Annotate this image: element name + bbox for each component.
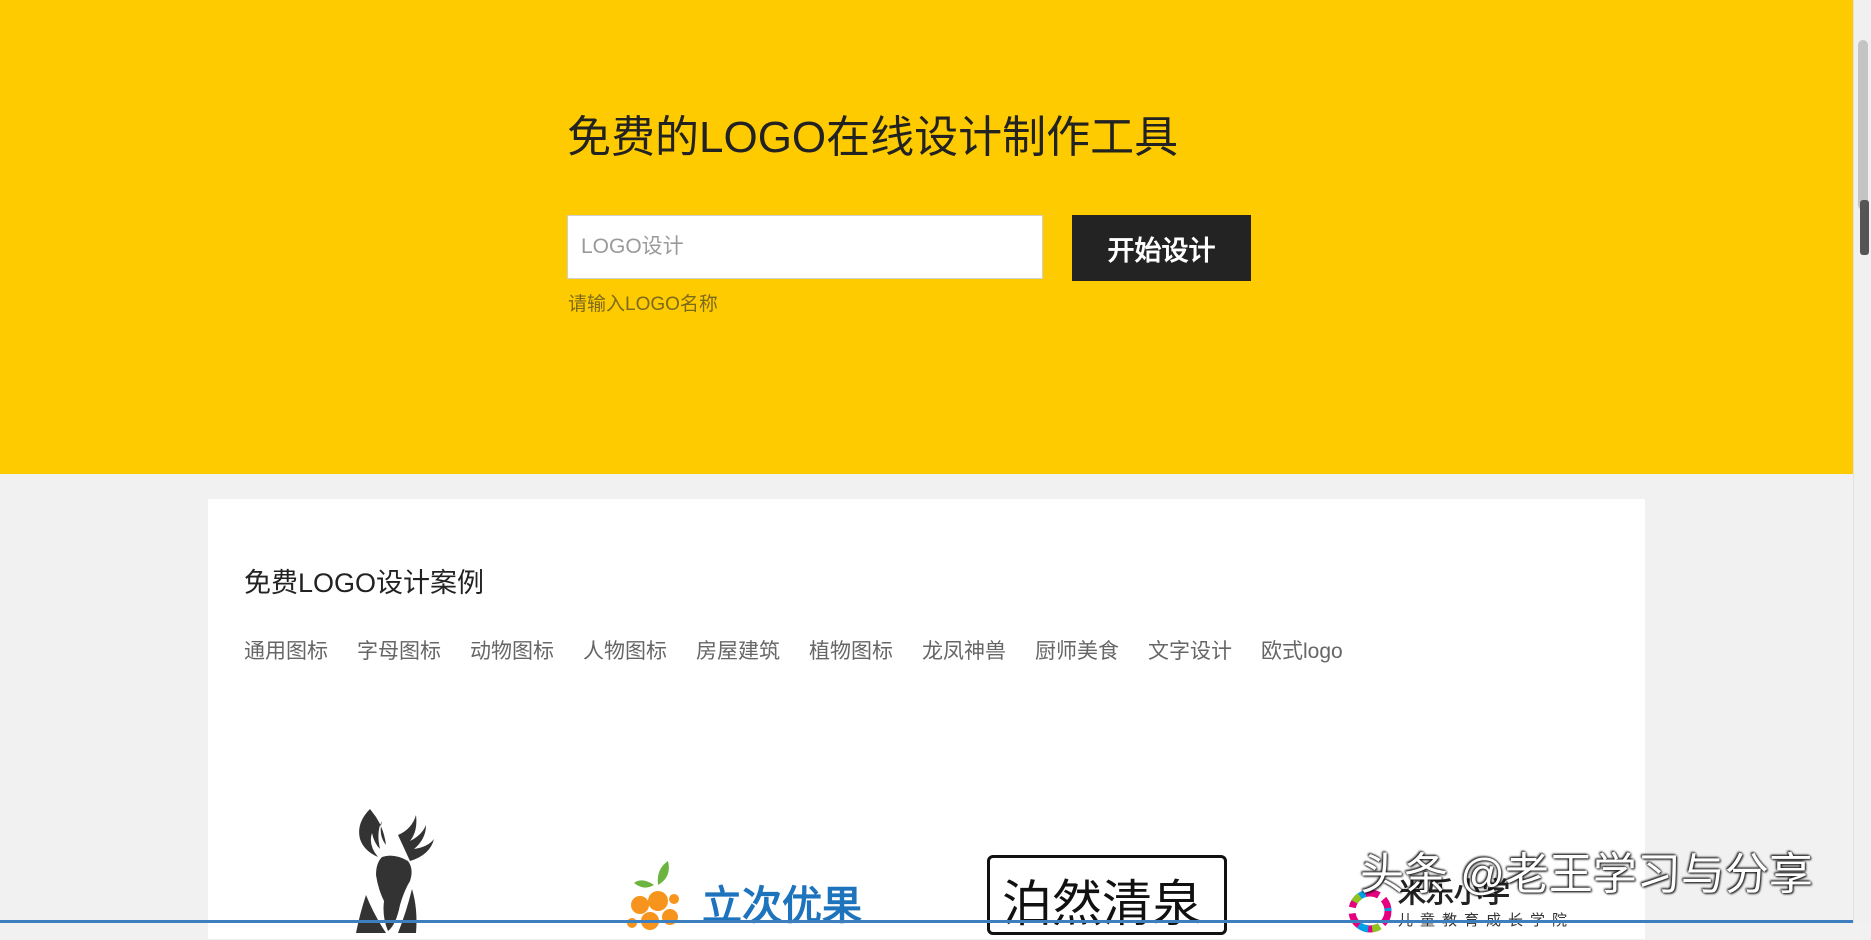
- deer-logo-icon: [356, 809, 434, 933]
- category-tab-plant[interactable]: 植物图标: [809, 635, 893, 665]
- category-tab-animal[interactable]: 动物图标: [470, 635, 554, 665]
- gallery-title: 免费LOGO设计案例: [244, 568, 485, 598]
- input-hint: 请输入LOGO名称: [568, 294, 718, 315]
- logo-card-fruit[interactable]: 立次优果: [620, 855, 880, 935]
- category-tab-letter[interactable]: 字母图标: [357, 635, 441, 665]
- watermark-text: 头条 @老王学习与分享: [1360, 850, 1813, 899]
- spring-logo-text: 泊然清泉: [1002, 875, 1202, 933]
- category-tab-person[interactable]: 人物图标: [583, 635, 667, 665]
- category-tab-european[interactable]: 欧式logo: [1261, 635, 1343, 665]
- logo-card-deer[interactable]: [338, 805, 448, 935]
- hero-banner: 免费的LOGO在线设计制作工具 开始设计 请输入LOGO名称: [0, 0, 1853, 474]
- hero-title: 免费的LOGO在线设计制作工具: [567, 113, 1179, 162]
- category-tab-food[interactable]: 厨师美食: [1035, 635, 1119, 665]
- logo-card-spring[interactable]: 泊然清泉: [987, 855, 1227, 935]
- scrollbar-thumb[interactable]: [1858, 40, 1868, 210]
- category-tab-general[interactable]: 通用图标: [244, 635, 328, 665]
- fruit-logo-icon: [627, 861, 679, 930]
- category-tabs: 通用图标 字母图标 动物图标 人物图标 房屋建筑 植物图标 龙凤神兽 厨师美食 …: [244, 635, 1372, 665]
- side-panel-handle[interactable]: [1860, 200, 1869, 255]
- category-tab-dragon[interactable]: 龙凤神兽: [922, 635, 1006, 665]
- category-tab-text[interactable]: 文字设计: [1148, 635, 1232, 665]
- start-design-button[interactable]: 开始设计: [1072, 215, 1251, 281]
- category-tab-building[interactable]: 房屋建筑: [696, 635, 780, 665]
- vertical-scrollbar[interactable]: [1853, 0, 1871, 923]
- logo-name-input[interactable]: [567, 215, 1043, 279]
